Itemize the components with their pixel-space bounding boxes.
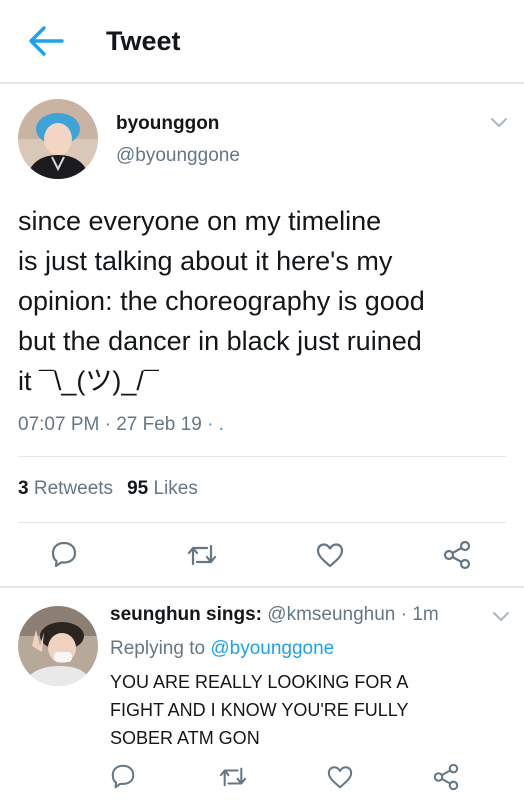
retweets-link[interactable]: 3 Retweets: [18, 478, 113, 499]
author-name[interactable]: byounggon: [116, 112, 219, 136]
mention-link[interactable]: @byounggone: [210, 638, 334, 659]
share-icon[interactable]: [442, 540, 472, 570]
author-handle[interactable]: @byounggone: [116, 144, 240, 168]
tweet-timestamp: 07:07 PM · 27 Feb 19 · .: [18, 413, 224, 437]
page-title: Tweet: [106, 26, 181, 56]
replying-prefix: Replying to: [110, 638, 206, 659]
meta-trailing: · .: [207, 414, 224, 435]
likes-link[interactable]: 95 Likes: [127, 478, 198, 499]
retweets-label: Retweets: [33, 478, 114, 499]
tweet-text: since everyone on my timeline is just ta…: [18, 206, 425, 396]
engagement-stats: 3 Retweets 95 Likes: [18, 477, 198, 501]
reply-icon[interactable]: [50, 540, 78, 568]
like-icon[interactable]: [326, 764, 354, 790]
divider: [0, 586, 524, 588]
reply-icon[interactable]: [110, 763, 136, 789]
reply-author-handle[interactable]: @kmseunghun: [267, 604, 395, 625]
chevron-down-icon[interactable]: [490, 117, 508, 129]
retweets-count: 3: [18, 478, 29, 499]
retweet-icon[interactable]: [186, 542, 218, 568]
meta-separator: ·: [400, 604, 407, 625]
tweet-date: 27 Feb 19: [116, 414, 202, 435]
likes-label: Likes: [153, 478, 198, 499]
arrow-left-icon[interactable]: [26, 24, 66, 58]
replying-to: Replying to @byounggone: [110, 636, 334, 662]
avatar[interactable]: [18, 99, 98, 179]
top-bar: Tweet: [0, 0, 524, 84]
reply-text: YOU ARE REALLY LOOKING FOR A FIGHT AND I…: [110, 672, 409, 748]
reply-header: seunghun sings: @kmseunghun · 1m: [110, 602, 439, 628]
avatar[interactable]: [18, 606, 98, 686]
meta-separator: ·: [104, 414, 111, 435]
reply-author-name[interactable]: seunghun sings:: [110, 604, 262, 625]
retweet-icon[interactable]: [218, 765, 248, 789]
chevron-down-icon[interactable]: [492, 611, 510, 623]
reply-age: 1m: [412, 604, 439, 625]
divider: [18, 456, 506, 457]
share-icon[interactable]: [432, 763, 460, 791]
likes-count: 95: [127, 478, 149, 499]
tweet-time: 07:07 PM: [18, 414, 100, 435]
like-icon[interactable]: [315, 541, 345, 569]
divider: [18, 522, 506, 523]
